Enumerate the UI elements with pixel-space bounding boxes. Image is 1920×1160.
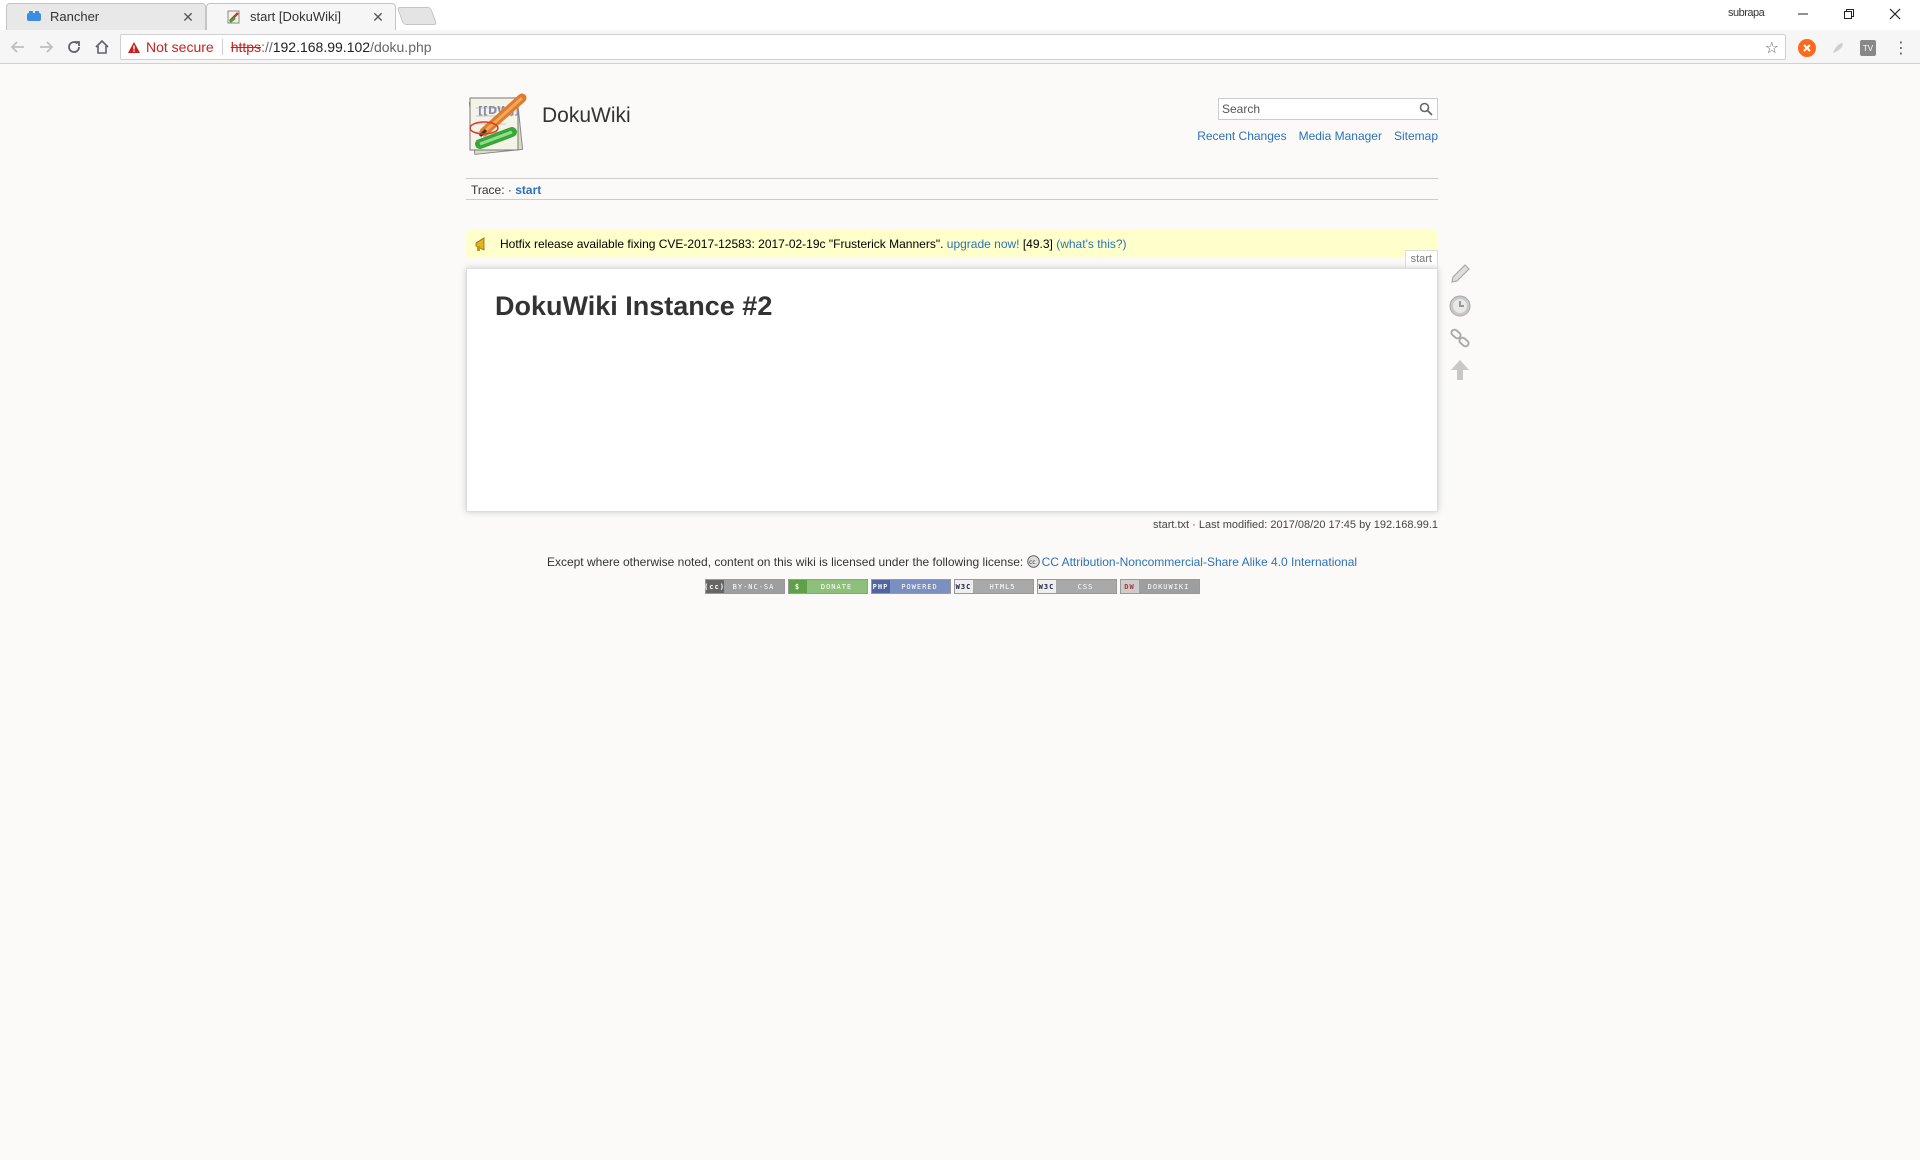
- page-title: DokuWiki Instance #2: [495, 291, 773, 321]
- media-manager-link[interactable]: Media Manager: [1299, 129, 1382, 143]
- notice-version: [49.3]: [1022, 237, 1053, 251]
- dokuwiki-logo-icon[interactable]: [[DW]]: [466, 92, 532, 158]
- footer-badges: (cc) BY-NC-SA $ DONATE PHP POWERED W3C H…: [466, 579, 1438, 594]
- megaphone-icon: [474, 236, 490, 252]
- dokuwiki-badge[interactable]: DW DOKUWIKI: [1119, 579, 1200, 594]
- back-to-top-arrow-icon[interactable]: [1446, 356, 1474, 384]
- revisions-clock-icon[interactable]: [1446, 292, 1474, 320]
- tab-title: Rancher: [50, 9, 100, 24]
- donate-badge[interactable]: $ DONATE: [787, 579, 868, 594]
- tab-title: start [DokuWiki]: [250, 9, 342, 24]
- browser-toolbar: Not secure https :// 192.168.99.102 /dok…: [0, 30, 1920, 64]
- license-link[interactable]: CC Attribution-Noncommercial-Share Alike…: [1042, 555, 1357, 569]
- forward-arrow-icon[interactable]: [34, 35, 58, 59]
- cc-icon: cc: [1026, 555, 1040, 568]
- search-form: [1218, 98, 1438, 120]
- address-bar[interactable]: Not secure https :// 192.168.99.102 /dok…: [120, 34, 1786, 60]
- page-id-tab: start: [1404, 250, 1438, 268]
- page-content: DokuWiki Instance #2: [466, 268, 1438, 512]
- hotfix-notice: Hotfix release available fixing CVE-2017…: [466, 230, 1438, 258]
- license-info: Except where otherwise noted, content on…: [466, 555, 1438, 569]
- close-tab-icon[interactable]: ✕: [370, 9, 386, 25]
- search-input[interactable]: [1219, 99, 1409, 119]
- url-scheme: https: [230, 39, 262, 55]
- trace-separator: ·: [507, 183, 512, 197]
- extension-feather-icon[interactable]: [1829, 39, 1847, 57]
- tab-dokuwiki[interactable]: start [DokuWiki] ✕: [206, 3, 396, 30]
- wiki-header: [[DW]] DokuWiki Recent Changes Media Man…: [466, 64, 1438, 164]
- sitemap-link[interactable]: Sitemap: [1394, 129, 1438, 143]
- license-prefix: Except where otherwise noted, content on…: [546, 555, 1024, 569]
- w3c-css-badge[interactable]: W3C CSS: [1036, 579, 1117, 594]
- profile-name[interactable]: subrapa: [1728, 7, 1765, 19]
- url-host: 192.168.99.102: [272, 39, 371, 55]
- trace-label: Trace:: [471, 183, 505, 197]
- edit-pencil-icon[interactable]: [1446, 260, 1474, 288]
- warning-triangle-icon[interactable]: [127, 41, 141, 54]
- doc-info: start.txt · Last modified: 2017/08/20 17…: [1153, 519, 1438, 531]
- url-path: /doku.php: [370, 39, 432, 55]
- back-arrow-icon[interactable]: [6, 35, 30, 59]
- dokuwiki-icon: [226, 9, 242, 25]
- wiki-title[interactable]: DokuWiki: [542, 104, 631, 128]
- backlinks-chain-icon[interactable]: [1446, 324, 1474, 352]
- recent-changes-link[interactable]: Recent Changes: [1197, 129, 1286, 143]
- url-scheme-separator: ://: [261, 39, 273, 55]
- kebab-menu-icon[interactable]: ⋮: [1892, 39, 1910, 57]
- star-icon[interactable]: ☆: [1765, 38, 1779, 58]
- php-powered-badge[interactable]: PHP POWERED: [870, 579, 951, 594]
- close-window-icon[interactable]: [1872, 0, 1918, 28]
- new-tab-button[interactable]: [396, 7, 438, 25]
- site-tools: Recent Changes Media Manager Sitemap: [1197, 129, 1438, 143]
- reload-icon[interactable]: [62, 35, 86, 59]
- close-tab-icon[interactable]: ✕: [180, 9, 196, 25]
- security-label[interactable]: Not secure: [146, 39, 214, 55]
- browser-tabstrip: Rancher ✕ start [DokuWiki] ✕ subrapa: [0, 0, 1920, 30]
- search-icon[interactable]: [1419, 102, 1433, 116]
- breadcrumb: Trace: · start: [466, 178, 1438, 200]
- w3c-html5-badge[interactable]: W3C HTML5: [953, 579, 1034, 594]
- extension-adblock-icon[interactable]: [1798, 39, 1816, 57]
- home-icon[interactable]: [90, 35, 114, 59]
- svg-text:cc: cc: [1029, 559, 1036, 566]
- upgrade-now-link[interactable]: upgrade now!: [947, 237, 1020, 251]
- rancher-cow-icon: [26, 9, 42, 25]
- notice-text: Hotfix release available fixing CVE-2017…: [500, 237, 944, 251]
- tab-rancher[interactable]: Rancher ✕: [6, 3, 206, 30]
- trace-link-start[interactable]: start: [515, 183, 541, 197]
- restore-icon[interactable]: [1826, 0, 1872, 28]
- cc-license-badge[interactable]: (cc) BY-NC-SA: [704, 579, 785, 594]
- extension-tv-icon[interactable]: TV: [1860, 40, 1876, 56]
- minimize-icon[interactable]: [1780, 0, 1826, 28]
- whats-this-link[interactable]: (what's this?): [1056, 237, 1126, 251]
